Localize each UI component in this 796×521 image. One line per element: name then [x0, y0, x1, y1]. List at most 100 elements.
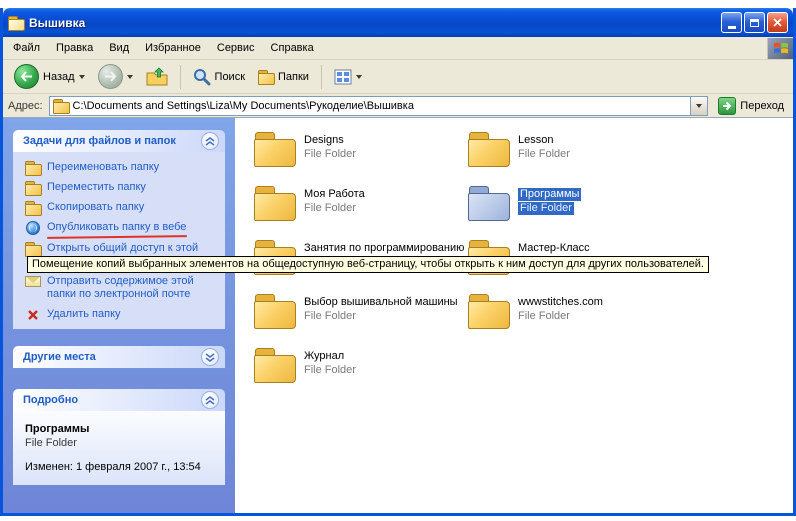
file-name: wwwstitches.com [518, 296, 603, 309]
task-label: Удалить папку [47, 308, 121, 321]
delete-x-icon [27, 309, 39, 321]
go-button[interactable]: Переход [714, 97, 788, 115]
toolbar-separator [321, 65, 322, 89]
files-area: DesignsFile Folder LessonFile Folder Моя… [235, 118, 793, 513]
folders-button[interactable]: Папки [253, 68, 314, 85]
search-label: Поиск [215, 71, 245, 83]
menu-tools[interactable]: Сервис [209, 39, 263, 57]
email-icon [25, 276, 41, 287]
views-button[interactable] [329, 67, 367, 87]
task-pane: Задачи для файлов и папок Переименовать … [3, 118, 235, 513]
back-button[interactable]: Назад [9, 62, 90, 91]
red-annotation-underline [47, 235, 187, 239]
file-type: File Folder [304, 202, 356, 215]
task-label: Скопировать папку [47, 201, 144, 214]
file-item-lesson[interactable]: LessonFile Folder [468, 132, 570, 166]
copy-folder-icon [25, 201, 41, 214]
toolbar: Назад Поиск Папки [3, 60, 793, 94]
tooltip: Помещение копий выбранных элементов на о… [27, 256, 709, 273]
forward-dropdown-icon [127, 75, 133, 79]
rename-folder-icon [25, 161, 41, 174]
move-folder-icon [25, 181, 41, 194]
content-area: Задачи для файлов и папок Переименовать … [3, 118, 793, 513]
folders-icon [258, 70, 274, 83]
file-name: Lesson [518, 134, 553, 147]
task-rename-folder[interactable]: Переименовать папку [25, 161, 219, 174]
file-name: Программы [518, 188, 581, 201]
forward-button[interactable] [93, 62, 138, 91]
explorer-window: Вышивка Файл Правка Вид Избранное Сервис… [0, 8, 796, 516]
folder-icon [254, 348, 296, 382]
file-type: File Folder [518, 310, 570, 323]
folders-label: Папки [278, 71, 309, 83]
other-places-header[interactable]: Другие места [13, 346, 225, 368]
task-label: Опубликовать папку в вебе [47, 221, 186, 234]
file-type: File Folder [518, 148, 570, 161]
task-email-folder[interactable]: Отправить содержимое этой папки по элект… [25, 275, 219, 301]
menu-view[interactable]: Вид [101, 39, 137, 57]
details-title: Подробно [23, 394, 78, 406]
search-icon [193, 68, 211, 86]
file-type: File Folder [304, 310, 356, 323]
task-publish-folder-web[interactable]: Опубликовать папку в вебе [25, 221, 219, 235]
file-item-moya-rabota[interactable]: Моя РаботаFile Folder [254, 186, 365, 220]
maximize-button[interactable] [744, 12, 765, 33]
other-places-title: Другие места [23, 351, 96, 363]
menu-bar: Файл Правка Вид Избранное Сервис Справка [3, 37, 793, 60]
file-item-wwwstitches[interactable]: wwwstitches.comFile Folder [468, 294, 603, 328]
minimize-icon [728, 26, 736, 29]
menu-help[interactable]: Справка [263, 39, 322, 57]
file-tasks-title: Задачи для файлов и папок [23, 135, 176, 147]
close-button[interactable] [767, 12, 788, 33]
details-header[interactable]: Подробно [13, 389, 225, 411]
task-label: Отправить содержимое этой папки по элект… [47, 275, 219, 301]
forward-arrow-icon [98, 64, 123, 89]
file-item-designs[interactable]: DesignsFile Folder [254, 132, 356, 166]
collapse-button[interactable] [201, 132, 219, 150]
minimize-button[interactable] [721, 12, 742, 33]
toolbar-separator [180, 65, 181, 89]
file-item-zhurnal[interactable]: ЖурналFile Folder [254, 348, 356, 382]
address-label: Адрес: [8, 100, 43, 112]
task-label: Переименовать папку [47, 161, 159, 174]
publish-web-icon [26, 221, 40, 235]
windows-logo-icon [767, 38, 793, 59]
collapse-button[interactable] [201, 391, 219, 409]
address-input[interactable]: C:\Documents and Settings\Liza\My Docume… [49, 96, 709, 116]
folder-icon [254, 294, 296, 328]
file-name: Занятия по программированию [304, 242, 464, 255]
menu-edit[interactable]: Правка [48, 39, 101, 57]
share-folder-icon [25, 242, 41, 255]
search-button[interactable]: Поиск [188, 66, 250, 88]
file-type: File Folder [304, 364, 356, 377]
folder-icon [468, 294, 510, 328]
folder-icon [254, 132, 296, 166]
file-tasks-body: Переименовать папку Переместить папку Ск… [13, 152, 225, 329]
menu-favorites[interactable]: Избранное [137, 39, 209, 57]
views-icon [334, 69, 352, 85]
menu-file[interactable]: Файл [5, 39, 48, 57]
up-button[interactable] [141, 65, 173, 88]
file-item-programmy-selected[interactable]: ПрограммыFile Folder [468, 186, 581, 220]
up-folder-icon [146, 67, 168, 86]
address-folder-icon [53, 99, 69, 112]
file-name: Designs [304, 134, 344, 147]
task-move-folder[interactable]: Переместить папку [25, 181, 219, 194]
file-name: Моя Работа [304, 188, 365, 201]
go-arrow-icon [718, 97, 736, 115]
address-bar: Адрес: C:\Documents and Settings\Liza\My… [3, 94, 793, 118]
task-delete-folder[interactable]: Удалить папку [25, 308, 219, 321]
chevron-up-icon [205, 396, 215, 405]
task-copy-folder[interactable]: Скопировать папку [25, 201, 219, 214]
address-dropdown-button[interactable] [690, 97, 707, 115]
task-label: Переместить папку [47, 181, 146, 194]
expand-button[interactable] [201, 348, 219, 366]
file-type: File Folder [518, 202, 574, 215]
window-folder-icon [8, 16, 24, 29]
file-type: File Folder [304, 148, 356, 161]
file-item-vybor-mashiny[interactable]: Выбор вышивальной машиныFile Folder [254, 294, 458, 328]
maximize-icon [750, 19, 759, 27]
file-tasks-header[interactable]: Задачи для файлов и папок [13, 130, 225, 152]
folder-icon [254, 186, 296, 220]
title-bar: Вышивка [3, 8, 793, 37]
